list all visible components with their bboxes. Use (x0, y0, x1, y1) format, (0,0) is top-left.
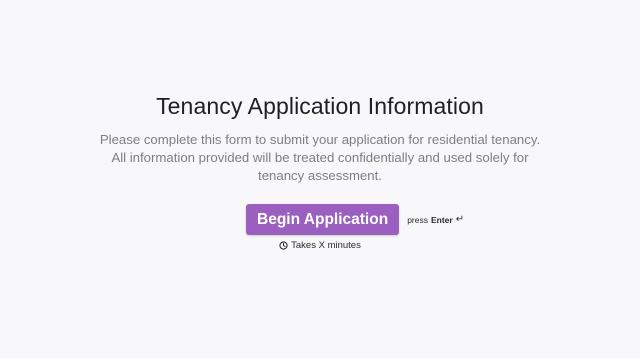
page-title: Tenancy Application Information (156, 93, 484, 119)
begin-application-button[interactable]: Begin Application (246, 204, 400, 235)
page-description: Please complete this form to submit your… (99, 132, 541, 183)
enter-return-icon: ↵ (455, 213, 465, 225)
welcome-screen: Tenancy Application Information Please c… (0, 0, 640, 358)
keyboard-hint: press Enter ↵ (407, 213, 465, 225)
enter-key-label: Enter (430, 214, 453, 225)
start-actions: Begin Application press Enter ↵ (246, 204, 464, 235)
clock-icon (279, 241, 288, 250)
time-estimate-text: Takes X minutes (291, 240, 361, 251)
press-label: press (407, 214, 428, 225)
time-estimate: Takes X minutes (0, 240, 640, 251)
